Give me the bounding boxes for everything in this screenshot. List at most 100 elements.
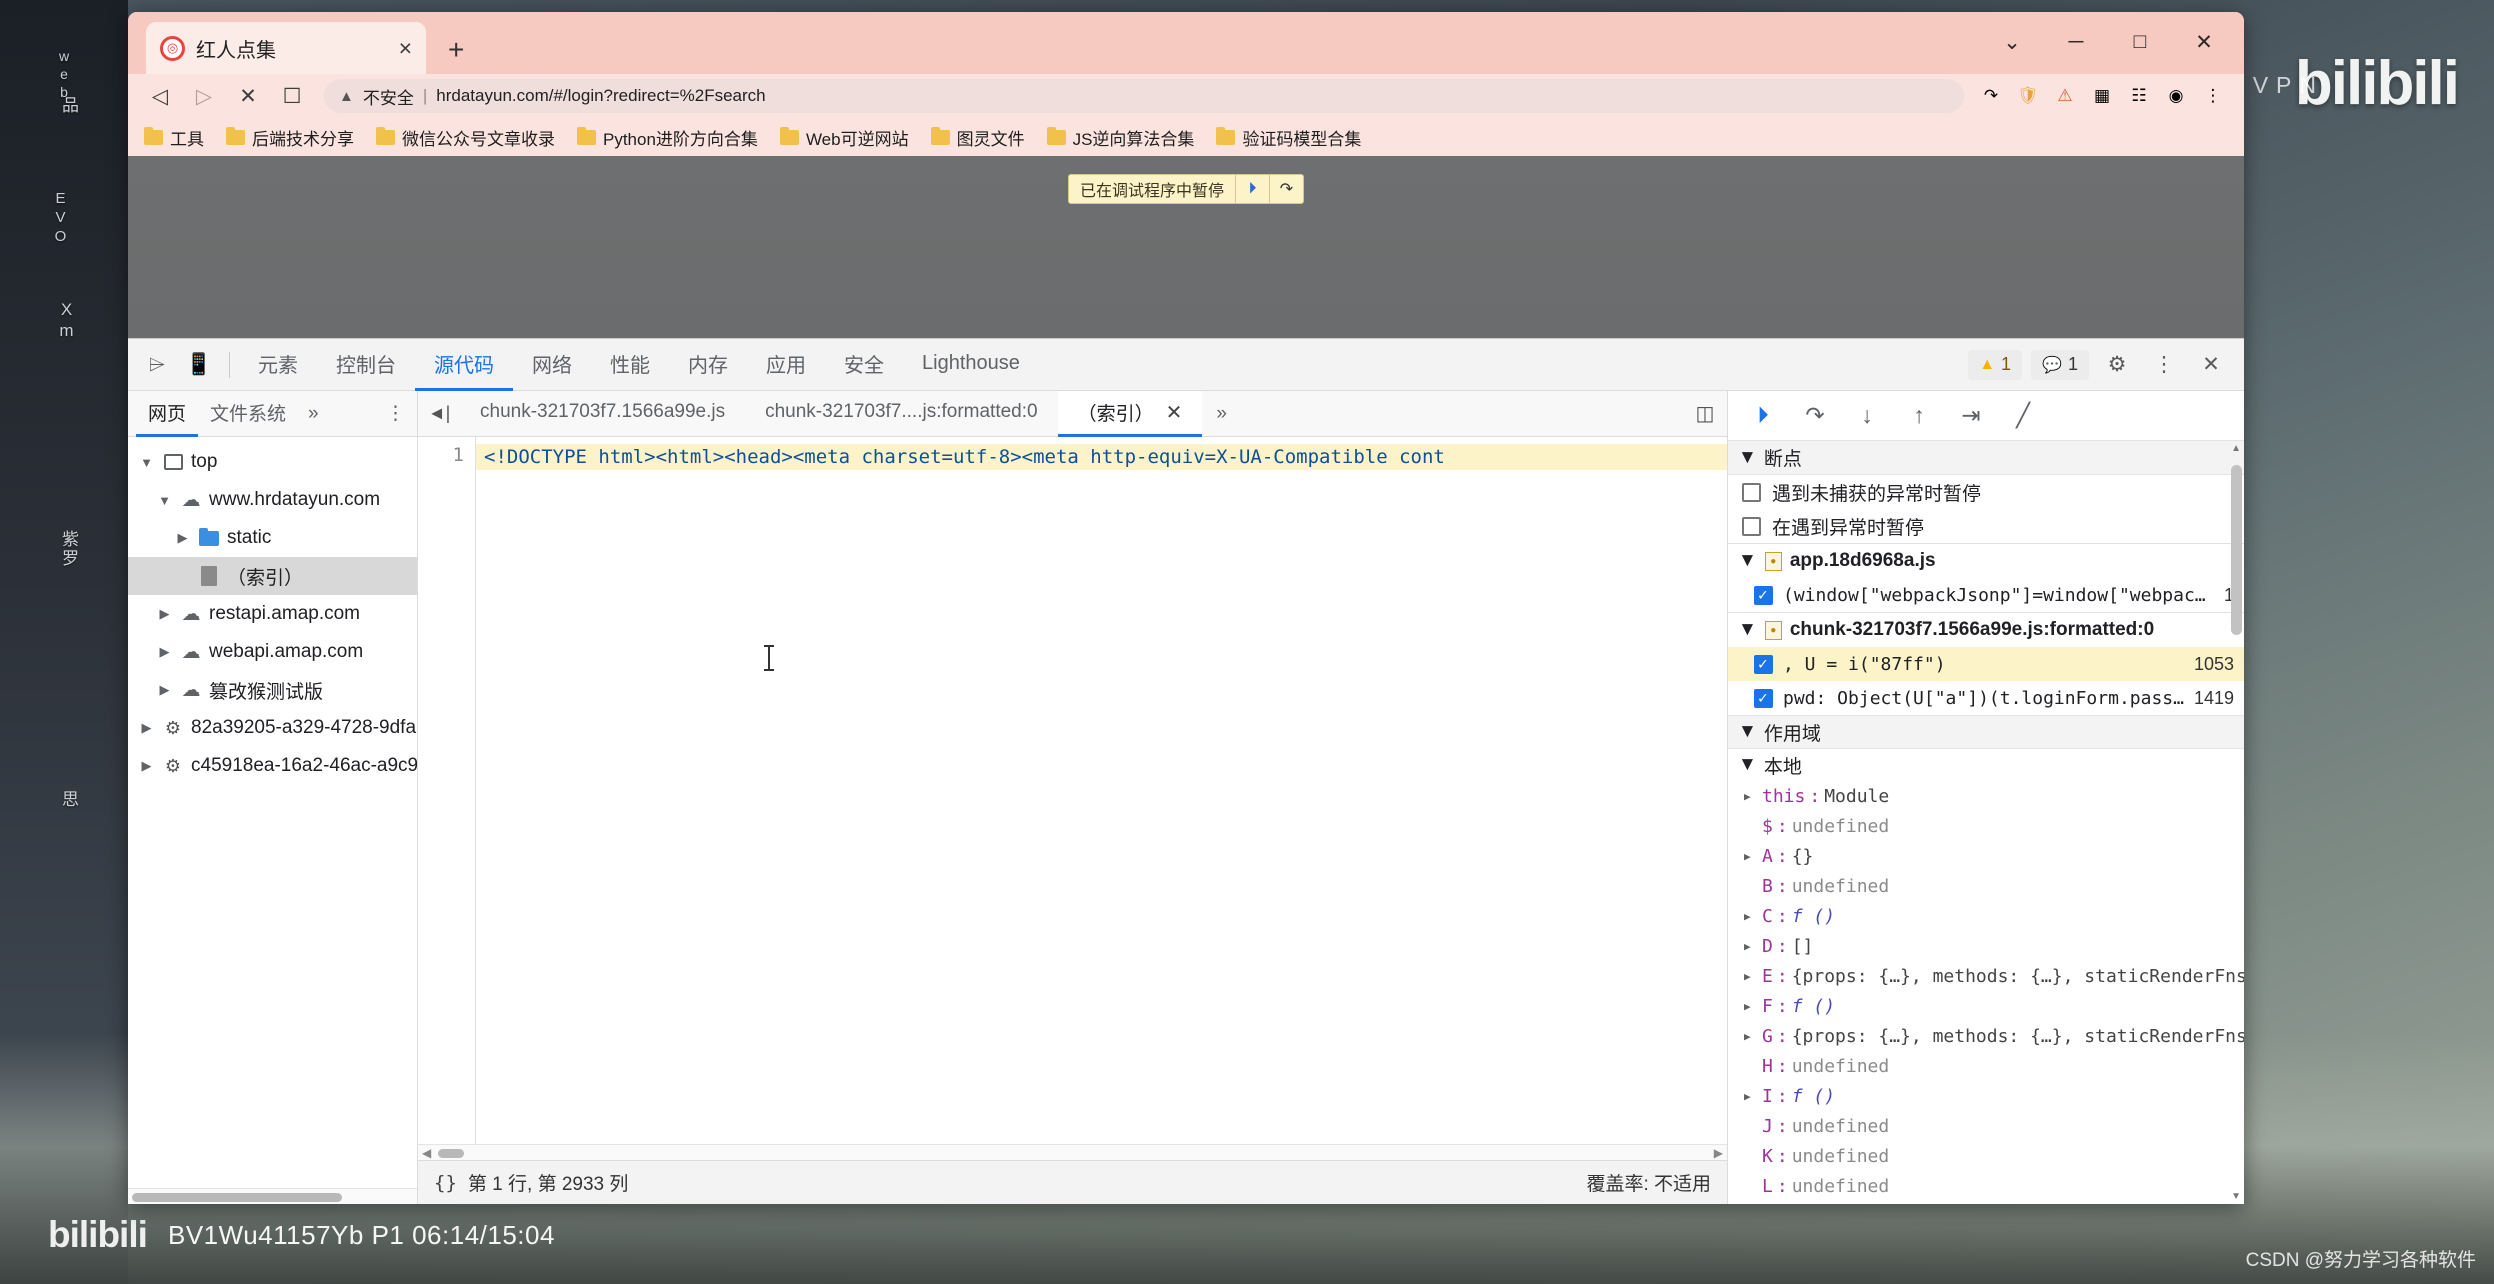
tab-console[interactable]: 控制台 [317, 339, 415, 391]
scope-local-header[interactable]: ▼ 本地 [1728, 749, 2244, 781]
warning-icon[interactable]: ⚠ [2050, 81, 2080, 111]
tab-performance[interactable]: 性能 [591, 339, 669, 391]
chevron-right-icon[interactable] [156, 682, 173, 698]
chevron-down-icon[interactable]: ▼ [1738, 619, 1757, 641]
variable-row[interactable]: B: undefined [1728, 871, 2244, 901]
bookmark-item[interactable]: 工具 [144, 125, 204, 150]
browser-tab[interactable]: ◎ 红人点集 × [146, 22, 426, 74]
chevron-right-icon[interactable]: ▶ [1744, 1000, 1758, 1013]
scope-section-header[interactable]: ▼ 作用域 [1728, 715, 2244, 749]
banner-step-button[interactable]: ↷ [1269, 174, 1303, 204]
breakpoints-section-header[interactable]: ▼ 断点 [1728, 441, 2244, 475]
code-area[interactable]: 1 <!DOCTYPE html><html><head><meta chars… [418, 437, 1727, 1144]
tree-item-static[interactable]: static [128, 519, 417, 557]
bookmark-item[interactable]: Web可逆网站 [779, 125, 909, 150]
bookmark-item[interactable]: 图灵文件 [930, 125, 1025, 150]
editor-tabs-more-icon[interactable]: » [1202, 403, 1241, 425]
variable-row[interactable]: ▶ C: f () [1728, 901, 2244, 931]
tab-network[interactable]: 网络 [513, 339, 591, 391]
puzzle-icon[interactable]: ☷ [2124, 81, 2154, 111]
tree-item-extension-1[interactable]: ⚙ 82a39205-a329-4728-9dfa [128, 709, 417, 747]
tree-item-webapi[interactable]: ☁ webapi.amap.com [128, 633, 417, 671]
chevron-right-icon[interactable]: ▶ [1744, 850, 1758, 863]
tree-item-index[interactable]: （索引） [128, 557, 417, 595]
chevron-right-icon[interactable]: ▶ [1744, 910, 1758, 923]
deactivate-breakpoints-button[interactable]: ╱ [2000, 396, 2046, 436]
debugger-vertical-scrollbar[interactable]: ▲ ▼ [2230, 441, 2242, 1204]
editor-horizontal-scrollbar[interactable]: ◀ ▶ [418, 1144, 1727, 1160]
forward-button[interactable]: ▷ [184, 78, 224, 114]
step-into-button[interactable]: ↓ [1844, 396, 1890, 436]
variable-row[interactable]: K: undefined [1728, 1141, 2244, 1171]
breakpoint-row[interactable]: (window["webpackJsonp"]=window["webpac… … [1728, 578, 2244, 612]
resume-button[interactable]: ⏵ [1740, 396, 1786, 436]
checkbox[interactable] [1754, 654, 1773, 674]
navigator-menu-icon[interactable]: ⋮ [374, 402, 417, 425]
editor-tab-chunk-js[interactable]: chunk-321703f7.1566a99e.js [460, 391, 745, 437]
chevron-right-icon[interactable]: ▶ [1744, 970, 1758, 983]
scroll-up-arrow-icon[interactable]: ▲ [2231, 443, 2241, 454]
code-content[interactable]: <!DOCTYPE html><html><head><meta charset… [476, 437, 1727, 1144]
bookmark-item[interactable]: JS逆向算法合集 [1046, 125, 1194, 150]
tab-memory[interactable]: 内存 [669, 339, 747, 391]
tree-item-tampermonkey[interactable]: ☁ 篡改猴测试版 [128, 671, 417, 709]
navigator-horizontal-scrollbar[interactable] [128, 1188, 417, 1204]
chevron-right-icon[interactable]: ▶ [1744, 790, 1758, 803]
scroll-right-arrow-icon[interactable]: ▶ [1714, 1146, 1723, 1160]
checkbox[interactable] [1754, 585, 1773, 605]
chevron-right-icon[interactable] [138, 758, 155, 774]
inspect-cursor-icon[interactable]: ⌲ [136, 345, 178, 385]
tab-security[interactable]: 安全 [825, 339, 903, 391]
pause-exceptions-option[interactable]: 在遇到异常时暂停 [1728, 509, 2244, 543]
tab-sources[interactable]: 源代码 [415, 339, 513, 391]
warning-count-badge[interactable]: ▲ 1 [1968, 349, 2023, 380]
maximize-button[interactable]: □ [2108, 20, 2172, 64]
step-over-button[interactable]: ↷ [1792, 396, 1838, 436]
tree-item-top[interactable]: top [128, 443, 417, 481]
shield-icon[interactable]: 🛡 [2013, 81, 2043, 111]
checkbox[interactable] [1742, 482, 1761, 502]
tab-search-chevron-icon[interactable]: ⌄ [1980, 20, 2044, 64]
scrollbar-thumb[interactable] [2231, 465, 2242, 635]
variable-row[interactable]: ▶ E: {props: {…}, methods: {…}, staticRe… [1728, 961, 2244, 991]
back-button[interactable]: ◁ [140, 78, 180, 114]
chevron-right-icon[interactable] [156, 644, 173, 660]
collapse-sidebar-icon[interactable]: ◄| [418, 391, 460, 437]
variable-row[interactable]: ▶ G: {props: {…}, methods: {…}, staticRe… [1728, 1021, 2244, 1051]
menu-icon[interactable]: ⋮ [2198, 81, 2228, 111]
tree-item-restapi[interactable]: ☁ restapi.amap.com [128, 595, 417, 633]
gear-icon[interactable]: ⚙ [2098, 346, 2136, 384]
variable-row[interactable]: ▶ this: Module [1728, 781, 2244, 811]
chevron-down-icon[interactable] [138, 455, 155, 470]
pause-uncaught-exceptions-option[interactable]: 遇到未捕获的异常时暂停 [1728, 475, 2244, 509]
variable-row[interactable]: J: undefined [1728, 1111, 2244, 1141]
editor-tab-close-icon[interactable]: ✕ [1166, 400, 1183, 425]
chevron-right-icon[interactable]: ▶ [1744, 940, 1758, 953]
tab-close-icon[interactable]: × [399, 36, 412, 60]
chevron-right-icon[interactable]: ▶ [1744, 1090, 1758, 1103]
scrollbar-thumb[interactable] [438, 1149, 464, 1158]
bookmark-item[interactable]: 微信公众号文章收录 [376, 125, 555, 150]
chevron-right-icon[interactable]: ▶ [1744, 1030, 1758, 1043]
variable-row[interactable]: $: undefined [1728, 811, 2244, 841]
bookmark-item[interactable]: Python进阶方向合集 [577, 125, 758, 150]
checkbox[interactable] [1754, 688, 1773, 708]
tab-elements[interactable]: 元素 [239, 339, 317, 391]
scroll-down-arrow-icon[interactable]: ▼ [2231, 1191, 2241, 1202]
tree-item-hrdatayun[interactable]: ☁ www.hrdatayun.com [128, 481, 417, 519]
editor-tab-chunk-formatted[interactable]: chunk-321703f7....js:formatted:0 [745, 391, 1058, 437]
chevron-right-icon[interactable] [138, 720, 155, 736]
variable-row[interactable]: ▶ F: f () [1728, 991, 2244, 1021]
nav-tab-page[interactable]: 网页 [136, 391, 199, 437]
step-out-button[interactable]: ↑ [1896, 396, 1942, 436]
variable-row[interactable]: ▶ D: [] [1728, 931, 2244, 961]
share-icon[interactable]: ↷ [1976, 81, 2006, 111]
bookmark-item[interactable]: 后端技术分享 [226, 125, 354, 150]
extension-icon[interactable]: ▦ [2087, 81, 2117, 111]
bookmark-item[interactable]: 验证码模型合集 [1216, 125, 1361, 150]
navigator-more-icon[interactable]: » [298, 403, 329, 425]
tab-lighthouse[interactable]: Lighthouse [903, 339, 1039, 391]
message-count-badge[interactable]: 💬 1 [2031, 349, 2089, 380]
chevron-right-icon[interactable] [156, 606, 173, 622]
device-toolbar-icon[interactable]: 📱 [178, 345, 220, 385]
